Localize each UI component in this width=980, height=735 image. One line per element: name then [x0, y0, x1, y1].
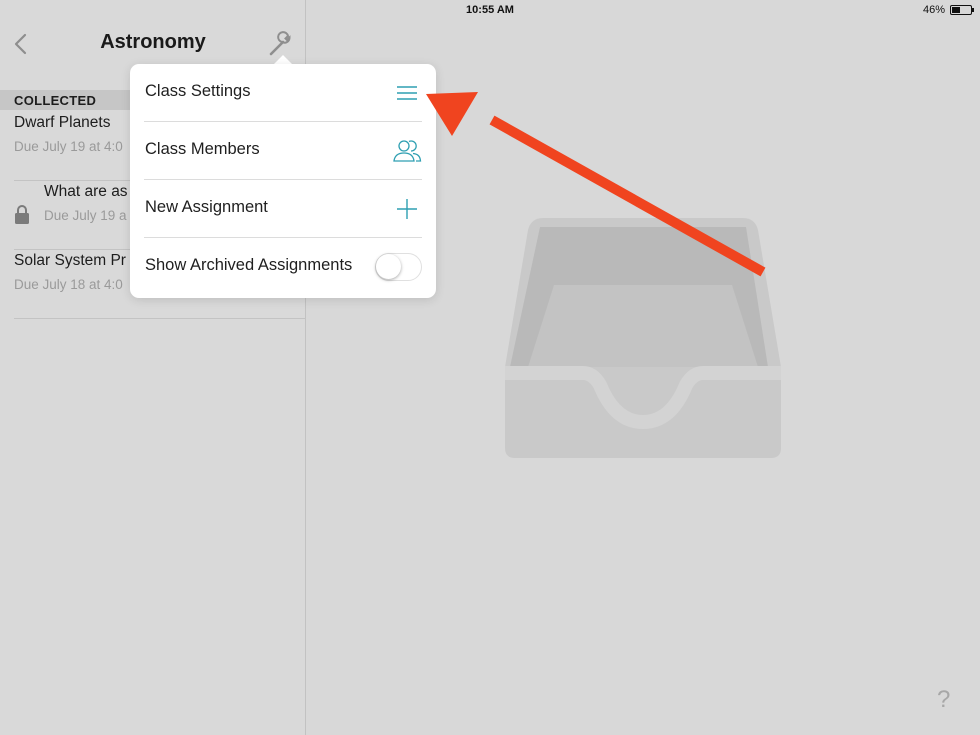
toggle-knob: [376, 254, 401, 279]
battery-icon: [950, 5, 974, 15]
menu-item-show-archived: Show Archived Assignments: [144, 238, 422, 296]
help-button[interactable]: ?: [937, 686, 950, 714]
people-icon: [393, 140, 422, 162]
battery-level: [952, 7, 960, 13]
assignment-title: Dwarf Planets: [14, 114, 111, 131]
battery-percent: 46%: [922, 4, 945, 16]
menu-item-new-assignment[interactable]: New Assignment: [144, 180, 422, 238]
menu-item-label: Class Members: [145, 140, 260, 158]
page-title: Astronomy: [100, 31, 206, 53]
assignment-due: Due July 18 at 4:0: [14, 277, 123, 292]
menu-item-label: Show Archived Assignments: [145, 256, 353, 274]
show-archived-toggle[interactable]: [375, 253, 422, 281]
wrench-icon[interactable]: [267, 29, 295, 57]
assignment-title: Solar System Pr: [14, 252, 126, 269]
assignment-due: Due July 19 at 4:0: [14, 139, 123, 154]
assignment-due: Due July 19 a: [44, 208, 127, 223]
class-options-popover: Class Settings Class Members New Assignm…: [130, 64, 436, 298]
lock-icon: [15, 205, 29, 224]
plus-icon: [397, 199, 417, 219]
inbox-tray-icon: [505, 218, 781, 458]
menu-item-class-members[interactable]: Class Members: [144, 122, 422, 180]
assignment-title: What are as: [44, 183, 128, 200]
menu-lines-icon: [397, 86, 417, 100]
menu-item-class-settings[interactable]: Class Settings: [144, 64, 422, 122]
menu-item-label: Class Settings: [145, 82, 251, 100]
menu-item-label: New Assignment: [145, 198, 268, 216]
